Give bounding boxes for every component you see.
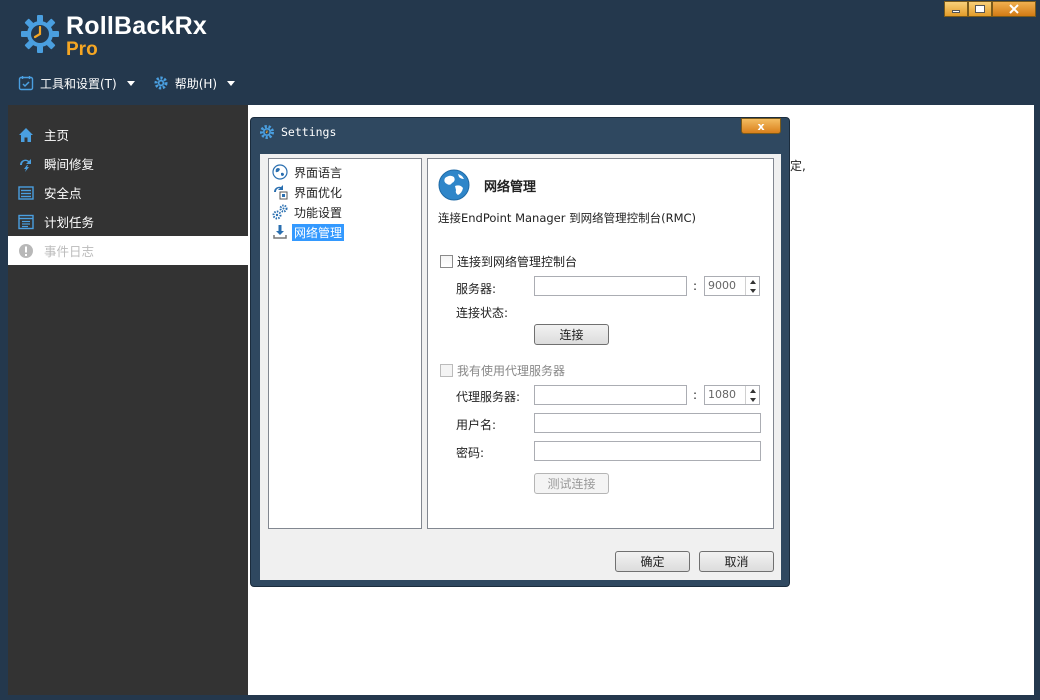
panel-title: 网络管理 xyxy=(484,179,537,195)
username-label: 用户名: xyxy=(456,418,497,432)
settings-gear-icon xyxy=(260,125,274,139)
settings-dialog: Settings x 界面语言 界面优化 功能设置 网络管理 网络管理 连接En… xyxy=(250,117,790,587)
tree-item-features[interactable]: 功能设置 xyxy=(272,202,418,222)
sidebar-item-label: 事件日志 xyxy=(44,244,95,259)
logo-subtitle: Pro xyxy=(66,39,98,60)
spin-up-button[interactable] xyxy=(746,386,759,395)
main-partial-text: 定, xyxy=(790,159,806,173)
tree-item-label: 界面语言 xyxy=(294,165,343,180)
connection-status-label: 连接状态: xyxy=(456,306,509,320)
window-controls xyxy=(944,1,1036,17)
dialog-close-button[interactable]: x xyxy=(741,118,781,134)
username-input[interactable] xyxy=(534,413,761,433)
server-port-separator: : xyxy=(693,279,698,293)
sidebar-item-event-log[interactable]: 事件日志 xyxy=(8,236,248,265)
calendar-check-icon xyxy=(18,76,34,91)
globe-icon xyxy=(438,169,470,201)
server-port-value: 9000 xyxy=(708,279,736,292)
logo-title: RollBackRx xyxy=(66,12,207,40)
sidebar-item-label: 安全点 xyxy=(44,186,82,201)
menu-tools-settings[interactable]: 工具和设置(T) xyxy=(18,72,135,94)
tree-item-label: 功能设置 xyxy=(294,205,343,220)
sidebar-item-label: 计划任务 xyxy=(44,215,95,230)
settings-tree: 界面语言 界面优化 功能设置 网络管理 xyxy=(268,158,422,529)
arrow-up-icon xyxy=(749,388,756,393)
sidebar-item-instant-recovery[interactable]: 瞬间修复 xyxy=(8,149,248,178)
connect-rmc-row: 连接到网络管理控制台 xyxy=(440,253,577,270)
arrow-up-icon xyxy=(749,279,756,284)
spin-up-button[interactable] xyxy=(746,277,759,286)
sidebar-item-label: 瞬间修复 xyxy=(44,157,95,172)
dialog-titlebar: Settings xyxy=(259,124,336,140)
arrow-down-icon xyxy=(749,288,756,293)
spin-down-button[interactable] xyxy=(746,395,759,404)
app-window: RollBackRx Pro 工具和设置(T) 帮助(H) 主页 瞬间修复 安全… xyxy=(0,0,1040,700)
cancel-button[interactable]: 取消 xyxy=(699,551,774,572)
dialog-footer: 确定 取消 xyxy=(260,539,781,580)
connect-button[interactable]: 连接 xyxy=(534,324,609,345)
menu-help-label: 帮助(H) xyxy=(174,76,218,91)
sidebar: 主页 瞬间修复 安全点 计划任务 事件日志 xyxy=(8,105,248,695)
proxy-server-label: 代理服务器: xyxy=(456,390,521,404)
password-input[interactable] xyxy=(534,441,761,461)
panel-header: 网络管理 xyxy=(438,169,536,201)
menubar: 工具和设置(T) 帮助(H) xyxy=(18,72,236,94)
download-icon xyxy=(273,225,287,239)
menu-help[interactable]: 帮助(H) xyxy=(153,72,236,94)
gears-icon xyxy=(272,204,288,220)
spin-down-button[interactable] xyxy=(746,286,759,295)
optimize-icon xyxy=(274,185,288,200)
globe-icon xyxy=(272,164,288,180)
gear-clock-logo-icon xyxy=(20,14,60,54)
server-port-spinner[interactable]: 9000 xyxy=(704,276,760,296)
panel-description: 连接EndPoint Manager 到网络管理控制台(RMC) xyxy=(438,211,697,225)
connect-rmc-checkbox[interactable] xyxy=(440,255,453,268)
dialog-body: 界面语言 界面优化 功能设置 网络管理 网络管理 连接EndPoint Mana… xyxy=(260,154,781,580)
tree-item-network[interactable]: 网络管理 xyxy=(272,222,418,242)
network-panel: 网络管理 连接EndPoint Manager 到网络管理控制台(RMC) 连接… xyxy=(427,158,774,529)
server-input[interactable] xyxy=(534,276,687,296)
proxy-checkbox[interactable] xyxy=(440,364,453,377)
password-label: 密码: xyxy=(456,446,485,460)
lightning-icon xyxy=(18,156,34,172)
proxy-port-value: 1080 xyxy=(708,388,736,401)
tree-item-label: 界面优化 xyxy=(294,185,343,200)
dialog-title: Settings xyxy=(281,125,337,139)
ok-button[interactable]: 确定 xyxy=(615,551,690,572)
tree-item-label: 网络管理 xyxy=(292,223,345,241)
close-icon xyxy=(1009,4,1019,14)
tree-item-optimize[interactable]: 界面优化 xyxy=(272,182,418,202)
chevron-down-icon xyxy=(227,80,236,86)
list-icon xyxy=(18,185,34,201)
arrow-down-icon xyxy=(749,397,756,402)
maximize-button[interactable] xyxy=(968,1,992,17)
proxy-checkbox-label: 我有使用代理服务器 xyxy=(457,364,566,378)
sidebar-item-home[interactable]: 主页 xyxy=(8,120,248,149)
sidebar-item-label: 主页 xyxy=(44,128,70,143)
close-icon: x xyxy=(757,119,765,133)
server-label: 服务器: xyxy=(456,282,497,296)
schedule-icon xyxy=(18,214,34,230)
sidebar-item-snapshots[interactable]: 安全点 xyxy=(8,178,248,207)
sidebar-item-schedule[interactable]: 计划任务 xyxy=(8,207,248,236)
alert-icon xyxy=(18,243,34,259)
home-icon xyxy=(18,127,34,143)
app-logo: RollBackRx Pro xyxy=(20,12,207,60)
window-close-button[interactable] xyxy=(992,1,1036,17)
proxy-server-input[interactable] xyxy=(534,385,687,405)
chevron-down-icon xyxy=(126,80,135,86)
menu-tools-label: 工具和设置(T) xyxy=(40,76,117,91)
proxy-row: 我有使用代理服务器 xyxy=(440,362,565,379)
minimize-button[interactable] xyxy=(944,1,968,17)
tree-item-language[interactable]: 界面语言 xyxy=(272,162,418,182)
proxy-port-spinner[interactable]: 1080 xyxy=(704,385,760,405)
connect-rmc-label: 连接到网络管理控制台 xyxy=(457,255,578,269)
gear-icon xyxy=(154,76,168,90)
minimize-icon xyxy=(952,10,960,13)
test-connection-button[interactable]: 测试连接 xyxy=(534,473,609,494)
maximize-icon xyxy=(975,5,985,13)
proxy-port-separator: : xyxy=(693,388,698,402)
